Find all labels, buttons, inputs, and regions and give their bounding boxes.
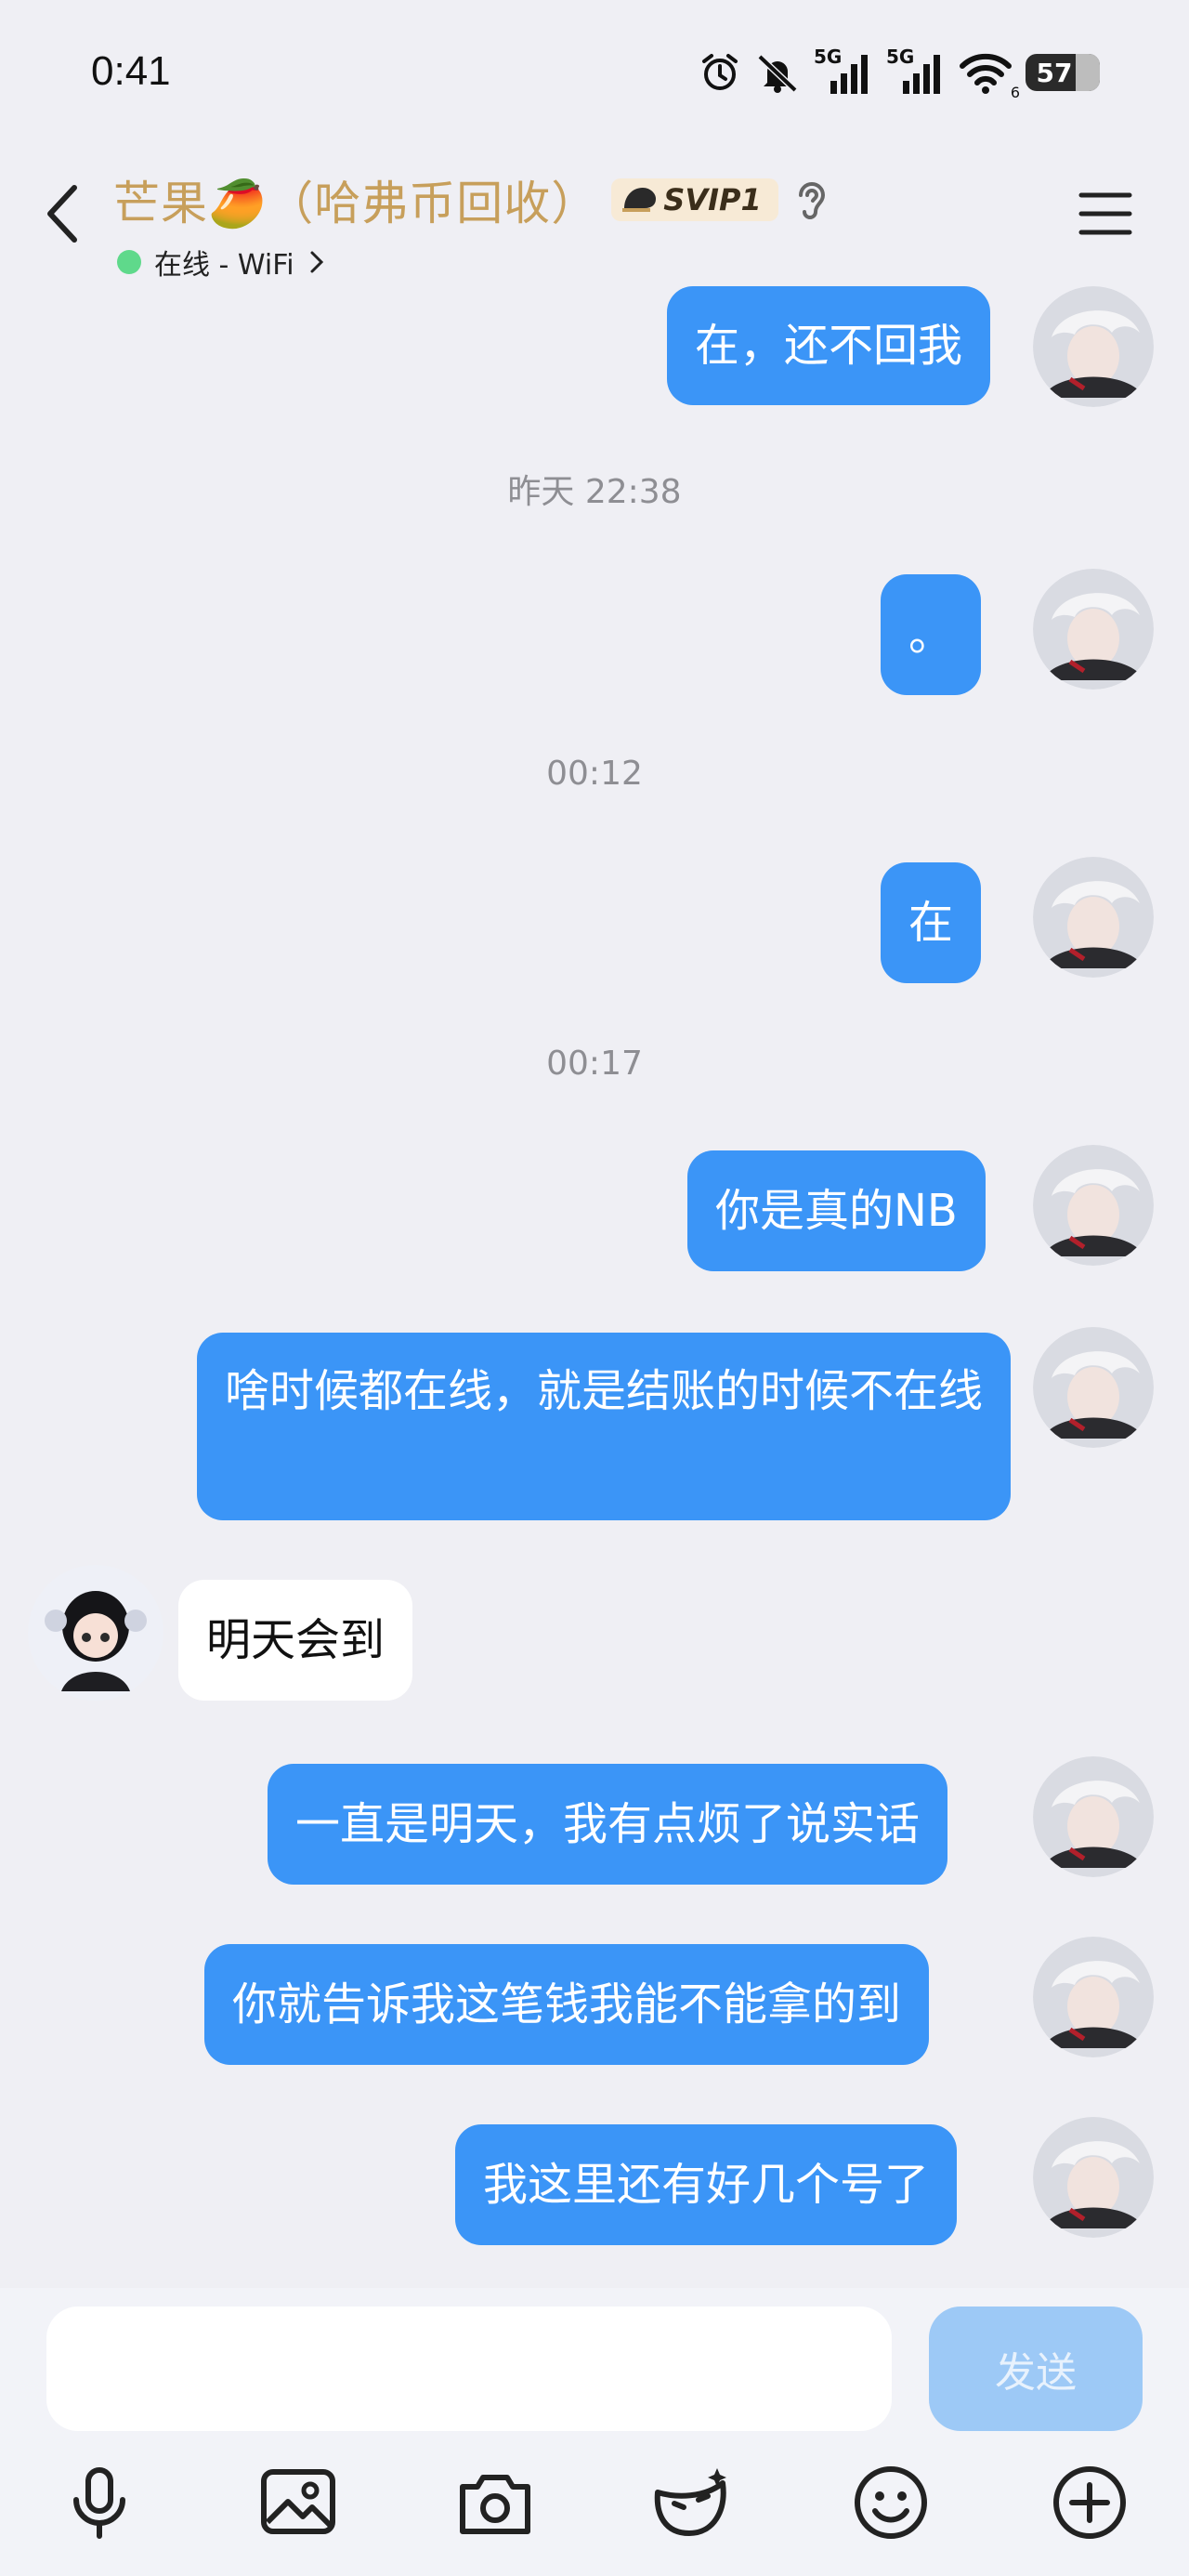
signal-2: 5G [886, 46, 946, 96]
status-icons: 5G 5G 6 57 [699, 45, 1100, 101]
message-text: 你就告诉我这笔钱我能不能拿的到 [232, 1978, 902, 2031]
chevron-right-icon [310, 251, 323, 273]
message-bubble-outgoing[interactable]: 啥时候都在线，就是结账的时候不在线 [197, 1333, 1011, 1520]
emoji-icon[interactable] [849, 2461, 933, 2544]
message-bubble-outgoing[interactable]: 你是真的NB [687, 1150, 986, 1271]
my-avatar[interactable] [1033, 569, 1154, 690]
message-bubble-incoming[interactable]: 明天会到 [178, 1580, 413, 1701]
message-bubble-outgoing[interactable]: 在，还不回我 [667, 286, 991, 405]
battery-icon: 57 [1026, 54, 1100, 91]
plus-icon[interactable] [1048, 2461, 1131, 2544]
my-avatar[interactable] [1033, 1937, 1154, 2057]
svip-badge: SVIP1 [611, 178, 778, 221]
message-text: 明天会到 [206, 1614, 385, 1666]
message-text: 一直是明天，我有点烦了说实话 [295, 1798, 921, 1850]
battery-level: 57 [1036, 57, 1073, 88]
message-bubble-outgoing[interactable]: 。 [881, 574, 982, 695]
ear-icon[interactable] [791, 177, 832, 223]
contact-name[interactable]: 芒果🥭（哈弗币回收） [113, 166, 598, 233]
mute-icon [757, 54, 798, 93]
online-status-text: 在线 - WiFi [154, 249, 294, 282]
status-time: 0:41 [91, 48, 171, 94]
mask-icon[interactable] [650, 2461, 734, 2544]
camera-icon[interactable] [453, 2461, 537, 2544]
message-text: 。 [908, 609, 954, 661]
signal-bars-icon [903, 55, 940, 94]
my-avatar[interactable] [1033, 2117, 1154, 2238]
message-text: 啥时候都在线，就是结账的时候不在线 [225, 1365, 984, 1417]
title-row[interactable]: 芒果🥭（哈弗币回收） SVIP1 [113, 167, 832, 232]
online-status[interactable]: 在线 - WiFi [117, 242, 326, 283]
send-button[interactable]: 发送 [929, 2307, 1143, 2431]
back-icon[interactable] [37, 177, 89, 251]
menu-icon[interactable] [1078, 186, 1133, 242]
my-avatar[interactable] [1033, 1145, 1154, 1266]
mic-icon[interactable] [58, 2461, 141, 2544]
message-bubble-outgoing[interactable]: 一直是明天，我有点烦了说实话 [268, 1764, 948, 1885]
status-bar: 0:41 5G 5G 6 57 [0, 0, 1189, 139]
online-dot-icon [117, 250, 141, 274]
wifi-level: 6 [1010, 84, 1020, 101]
message-text: 你是真的NB [715, 1185, 958, 1237]
my-avatar[interactable] [1033, 286, 1154, 407]
message-text: 我这里还有好几个号了 [483, 2159, 930, 2211]
message-text: 在，还不回我 [695, 320, 963, 372]
composer: 发送 [0, 2288, 1189, 2576]
wifi-icon [960, 53, 1012, 94]
alarm-icon [702, 54, 738, 90]
svip-label: SVIP1 [663, 182, 762, 217]
signal-1: 5G [814, 46, 873, 96]
chat-header: 芒果🥭（哈弗币回收） SVIP1 在线 - WiFi [0, 139, 1189, 288]
message-input[interactable] [46, 2307, 892, 2431]
wifi: 6 [959, 49, 1020, 101]
message-bubble-outgoing[interactable]: 你就告诉我这笔钱我能不能拿的到 [204, 1944, 930, 2065]
svip-helmet-icon [622, 188, 657, 212]
timestamp: 00:17 [546, 1045, 643, 1083]
message-bubble-outgoing[interactable]: 我这里还有好几个号了 [455, 2124, 958, 2245]
my-avatar[interactable] [1033, 857, 1154, 978]
my-avatar[interactable] [1033, 1756, 1154, 1877]
message-bubble-outgoing[interactable]: 在 [881, 862, 982, 983]
my-avatar[interactable] [1033, 1327, 1154, 1448]
message-text: 在 [908, 897, 954, 949]
signal-bars-icon [830, 55, 868, 94]
timestamp: 昨天 22:38 [507, 473, 682, 511]
timestamp: 00:12 [546, 755, 643, 793]
image-icon[interactable] [256, 2461, 340, 2544]
contact-avatar[interactable] [28, 1565, 163, 1701]
